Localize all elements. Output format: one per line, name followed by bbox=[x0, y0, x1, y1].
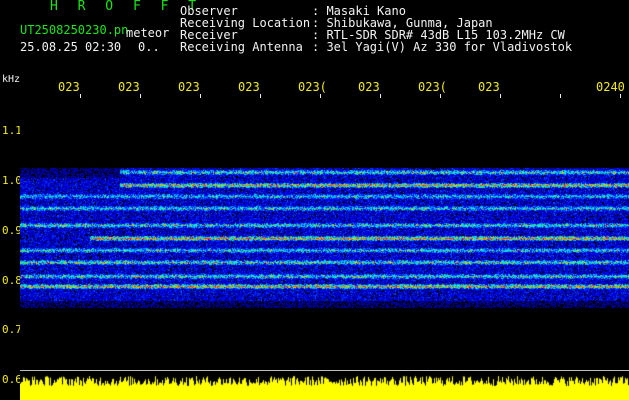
y-tick-1-1: 1.1 bbox=[2, 124, 22, 137]
time-tick-mark bbox=[200, 94, 201, 98]
time-tick-mark bbox=[440, 94, 441, 98]
signal-level-strip bbox=[20, 371, 629, 400]
time-tick-label: 023 bbox=[478, 80, 500, 94]
time-tick-label: 023 bbox=[118, 80, 140, 94]
y-tick-0-9: 0.9 bbox=[2, 224, 22, 237]
y-tick-0-7: 0.7 bbox=[2, 323, 22, 336]
y-tick-0-8: 0.8 bbox=[2, 274, 22, 287]
time-tick-mark bbox=[80, 94, 81, 98]
time-tick-mark bbox=[560, 94, 561, 98]
time-tick-mark bbox=[140, 94, 141, 98]
time-tick-label: 023 bbox=[238, 80, 260, 94]
meta-value-antenna: : 3el Yagi(V) Az 330 for Vladivostok bbox=[312, 40, 573, 54]
time-tick-label: 0240 bbox=[596, 80, 625, 94]
time-tick-mark bbox=[260, 94, 261, 98]
time-tick-mark bbox=[620, 94, 621, 98]
time-tick-label: 023 bbox=[358, 80, 380, 94]
file-name: UT2508250230.pn bbox=[20, 23, 129, 37]
event-counter: 0.. bbox=[138, 40, 160, 54]
time-tick-mark bbox=[500, 94, 501, 98]
capture-datetime: 25.08.25 02:30 bbox=[20, 40, 122, 54]
time-tick-mark bbox=[320, 94, 321, 98]
file-suffix: meteor bbox=[126, 26, 170, 40]
y-tick-1-0: 1.0 bbox=[2, 174, 22, 187]
y-tick-0-6: 0.6 bbox=[2, 373, 22, 386]
meta-label-antenna: Receiving Antenna bbox=[180, 40, 303, 54]
time-tick-label: 023 bbox=[178, 80, 200, 94]
frequency-unit-label: kHz bbox=[2, 74, 21, 85]
time-tick-label: 023( bbox=[298, 80, 327, 94]
hrofft-window: H R O F F T UT2508250230.pn meteor 25.08… bbox=[0, 0, 629, 400]
spectrogram-display bbox=[20, 100, 629, 370]
time-tick-label: 023 bbox=[58, 80, 80, 94]
time-tick-label: 023( bbox=[418, 80, 447, 94]
time-tick-mark bbox=[380, 94, 381, 98]
